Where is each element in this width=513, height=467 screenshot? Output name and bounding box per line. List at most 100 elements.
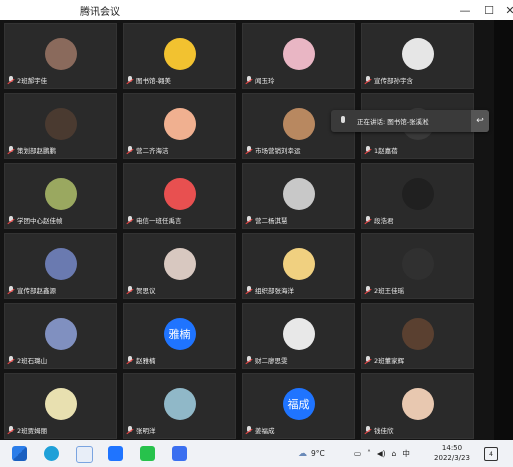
participant-name-bar: 姜福成 [246,425,275,435]
system-tray: ▭ ˄ ◀) ⌂ 中 [354,440,410,467]
mic-muted-icon [8,425,15,435]
participant-name-bar: 宣传部孙宇含 [365,75,413,85]
participant-name: 2班王佳瑶 [374,287,405,295]
participant-avatar [282,108,315,140]
volume-icon[interactable]: ◀) [377,449,386,458]
participant-name: 学团中心赵佳帧 [17,217,63,225]
participant-tile[interactable]: 雅楠 赵雅楠 [123,303,236,369]
participant-name-bar: 钱佳欣 [365,425,394,435]
participant-tile[interactable]: 2班王佳瑶 [361,233,474,299]
participant-tile[interactable]: 营二齐海洁 [123,93,236,159]
system-clock[interactable]: 14:50 2022/3/23 [430,443,474,463]
mic-muted-icon [246,425,253,435]
mic-muted-icon [246,355,253,365]
tencent-meeting-taskbar-icon[interactable] [108,446,123,461]
participant-avatar: 福成 [282,388,315,420]
participant-name: 钱佳欣 [374,427,394,435]
participant-name-bar: 策划部赵鹏鹏 [8,145,56,155]
mic-muted-icon [246,75,253,85]
mic-muted-icon [365,355,372,365]
participant-name: 营二齐海洁 [136,147,169,155]
participant-name-bar: 电信一班任禹言 [127,215,182,225]
mic-muted-icon [365,285,372,295]
participant-avatar [282,38,315,70]
participant-name: 电信一班任禹言 [136,217,182,225]
locate-speaker-button[interactable]: ↩ [471,110,489,132]
title-bar: 腾讯会议 — ☐ ✕ [0,0,513,20]
tray-app-icon[interactable]: ▭ [354,449,361,458]
participant-name: 张明洋 [136,427,156,435]
participant-avatar [401,178,434,210]
participant-avatar [44,248,77,280]
participant-name-bar: 张明洋 [127,425,156,435]
network-icon[interactable]: ⌂ [392,449,397,458]
participant-tile[interactable]: 策划部赵鹏鹏 [4,93,117,159]
participant-tile[interactable]: 2班石璐山 [4,303,117,369]
speaking-indicator: 正在讲话: 图书馆-张溪淞 ↩ [331,110,489,132]
participant-tile[interactable]: 福成 姜福成 [242,373,355,439]
chevron-up-icon[interactable]: ˄ [367,449,371,458]
side-strip [494,20,513,440]
participant-tile[interactable]: 宣传部孙宇含 [361,23,474,89]
participant-name-bar: 2班贾姆丽 [8,425,47,435]
weather-temperature: 9°C [311,449,325,458]
participant-name: 2班董家辉 [374,357,405,365]
participant-tile[interactable]: 组织部张海洋 [242,233,355,299]
mic-muted-icon [246,145,253,155]
participant-name-bar: 宣传部赵鑫源 [8,285,56,295]
edge-browser-icon[interactable] [44,446,59,461]
browser-app-icon[interactable] [172,446,187,461]
participant-tile[interactable]: 贺思议 [123,233,236,299]
participant-tile[interactable]: 2班郝宇佳 [4,23,117,89]
mic-muted-icon [365,425,372,435]
participant-avatar: 雅楠 [163,318,196,350]
participant-avatar [163,38,196,70]
weather-widget[interactable]: ☁ 9°C [298,440,325,467]
mic-muted-icon [127,355,134,365]
participant-tile[interactable]: 张明洋 [123,373,236,439]
participant-name-bar: 段浩君 [365,215,394,225]
participant-tile[interactable]: 闻玉玲 [242,23,355,89]
photos-app-icon[interactable] [76,446,93,463]
participant-name-bar: 市场营销刘幸运 [246,145,301,155]
mic-muted-icon [365,75,372,85]
mic-muted-icon [8,75,15,85]
wechat-app-icon[interactable] [140,446,155,461]
participant-tile[interactable]: 段浩君 [361,163,474,229]
participant-tile[interactable]: 学团中心赵佳帧 [4,163,117,229]
mic-muted-icon [365,145,372,155]
mic-muted-icon [246,285,253,295]
participant-name: 赵雅楠 [136,357,156,365]
notification-center-button[interactable]: 4 [484,447,498,461]
participant-avatar [401,38,434,70]
participant-tile[interactable]: 宣传部赵鑫源 [4,233,117,299]
participant-name-bar: 1赵嘉蓓 [365,145,398,155]
participant-name: 2班郝宇佳 [17,77,48,85]
participant-tile[interactable]: 钱佳欣 [361,373,474,439]
participant-tile[interactable]: 财二廖思雯 [242,303,355,369]
windows-start-icon[interactable] [12,446,27,461]
participant-name: 财二廖思雯 [255,357,288,365]
mic-muted-icon [127,75,134,85]
cloud-icon: ☁ [298,448,307,459]
participant-tile[interactable]: 2班贾姆丽 [4,373,117,439]
clock-time: 14:50 [441,444,463,452]
participant-name: 2班石璐山 [17,357,48,365]
participant-name: 宣传部孙宇含 [374,77,413,85]
participant-name: 图书馆-翱美 [136,77,171,85]
close-button[interactable]: ✕ [497,0,513,20]
participant-name-bar: 贺思议 [127,285,156,295]
mic-muted-icon [8,145,15,155]
participant-name: 策划部赵鹏鹏 [17,147,56,155]
mic-muted-icon [127,145,134,155]
input-method-indicator[interactable]: 中 [402,448,410,459]
taskbar: ☁ 9°C ▭ ˄ ◀) ⌂ 中 14:50 2022/3/23 4 [0,440,513,467]
participant-name-bar: 财二廖思雯 [246,355,288,365]
participant-tile[interactable]: 电信一班任禹言 [123,163,236,229]
participant-tile[interactable]: 2班董家辉 [361,303,474,369]
participant-tile[interactable]: 营二杨淇慧 [242,163,355,229]
participant-name-bar: 图书馆-翱美 [127,75,171,85]
participant-tile[interactable]: 图书馆-翱美 [123,23,236,89]
participant-name: 1赵嘉蓓 [374,147,398,155]
minimize-button[interactable]: — [452,0,478,20]
